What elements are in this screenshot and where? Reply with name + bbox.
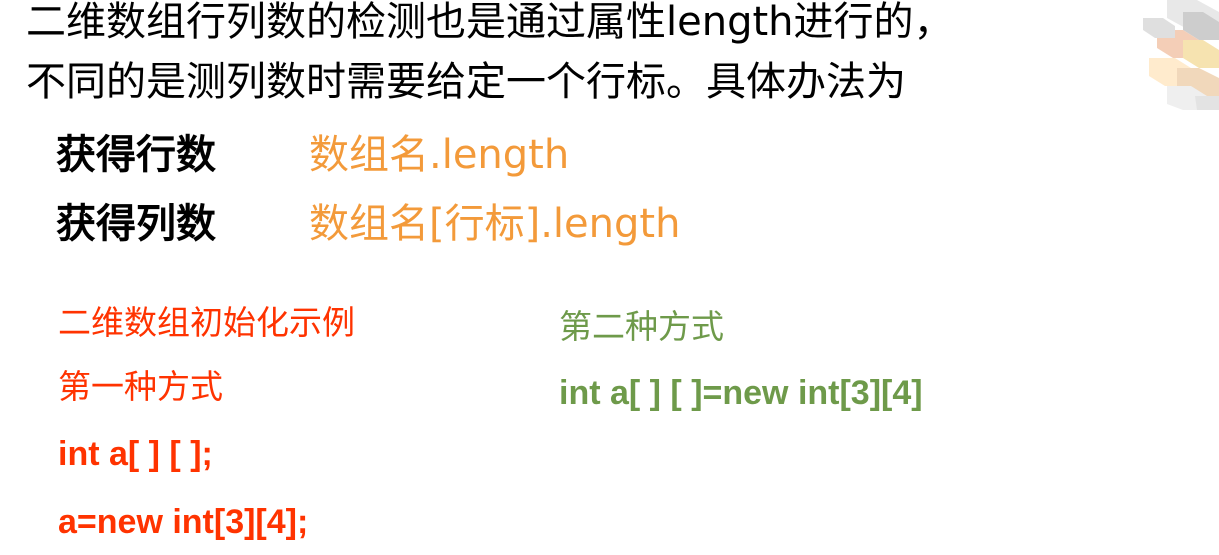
method-1-code-line-1: int a[ ] [ ]; xyxy=(58,435,213,473)
intro-line-1: 二维数组行列数的检测也是通过属性length进行的， xyxy=(26,0,954,45)
method-2-name: 第二种方式 xyxy=(559,307,724,346)
row-count-value: 数组名.length xyxy=(309,132,570,178)
intro-line-2: 不同的是测列数时需要给定一个行标。具体办法为 xyxy=(26,59,906,105)
column-count-value: 数组名[行标].length xyxy=(309,201,681,247)
method-1-name: 第一种方式 xyxy=(58,367,223,406)
example-title: 二维数组初始化示例 xyxy=(58,303,355,342)
slide: { "intro": { "line1": "二维数组行列数的检测也是通过属性l… xyxy=(0,0,1219,555)
decorative-cube-graphic xyxy=(1143,0,1219,110)
method-1-code-line-2: a=new int[3][4]; xyxy=(58,503,309,541)
column-count-label: 获得列数 xyxy=(56,201,216,247)
row-count-label: 获得行数 xyxy=(56,132,216,178)
method-2-code-line-1: int a[ ] [ ]=new int[3][4] xyxy=(559,374,923,412)
